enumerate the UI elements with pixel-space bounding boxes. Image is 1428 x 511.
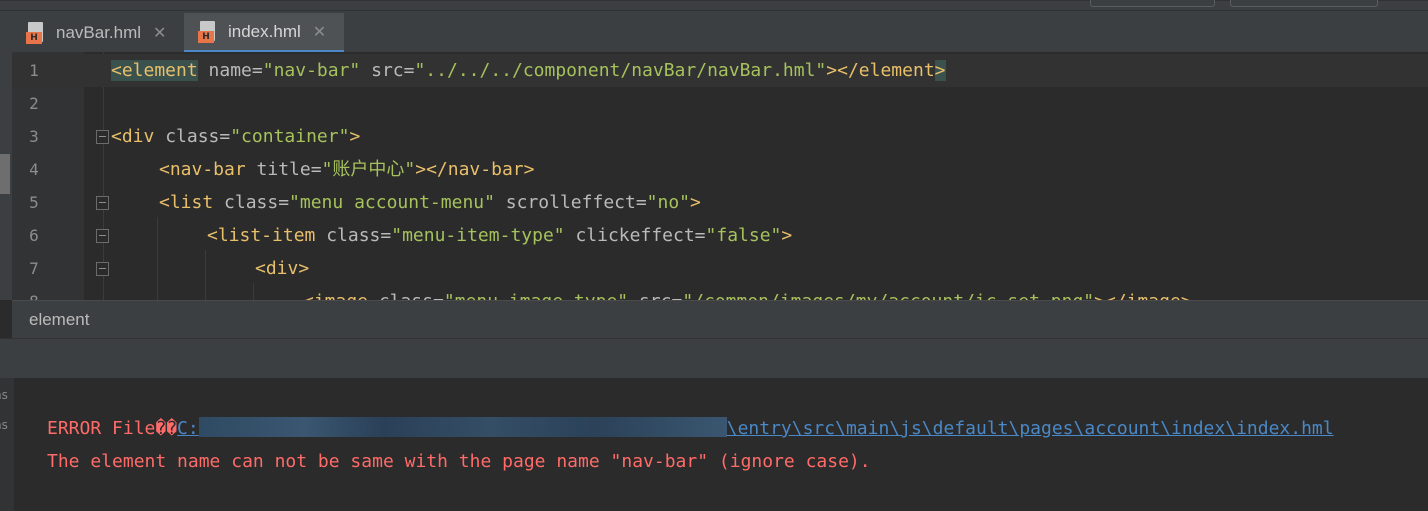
toolbar-strip [0,0,1428,11]
line-number: 3 [29,127,39,146]
toolbar-control[interactable] [1090,0,1215,7]
error-message: The element name can not be same with th… [47,451,871,472]
code-text: <element name="nav-bar" src="../../../co… [111,60,946,81]
breadcrumb[interactable]: element [12,300,1428,338]
tab-label: navBar.hml [56,23,142,42]
code-text: <list class="menu account-menu" scrollef… [159,192,701,213]
fold-icon[interactable] [96,196,109,210]
hml-file-icon: H [26,22,46,44]
toolbar-control[interactable] [1230,0,1378,7]
code-text: <image class="menu-image-type" src="/com… [303,285,1192,300]
left-tool-strip [0,52,12,300]
tab-label: index.hml [228,21,301,41]
code-line[interactable]: 6 <list-item class="menu-item-type" clic… [12,219,1428,252]
scroll-marker[interactable] [0,154,10,194]
code-line[interactable]: 8 <image class="menu-image-type" src="/c… [12,285,1428,300]
error-line: ERROR File��C: \entry\src\main\js\default… [47,412,1334,445]
side-tab-label[interactable]: ns [0,388,8,402]
close-icon[interactable]: ✕ [313,22,329,42]
tab-navbar-hml[interactable]: H navBar.hml ✕ [12,13,182,53]
build-output-console[interactable]: ns ns ERROR File��C:\entry\src\main\js\d… [0,378,1428,511]
line-number: 4 [29,160,39,179]
close-icon[interactable]: ✕ [153,23,169,43]
code-editor[interactable]: 1 <element name="nav-bar" src="../../../… [12,52,1428,300]
line-number: 8 [12,285,56,300]
hml-file-icon: H [198,20,218,43]
fold-icon[interactable] [96,229,109,243]
line-number: 1 [29,61,39,80]
code-text: <list-item class="menu-item-type" clicke… [207,225,793,246]
code-line[interactable]: 2 [12,87,1428,120]
error-prefix: ERROR File�� [47,418,178,439]
line-number: 2 [29,94,39,113]
fold-icon[interactable] [96,130,109,144]
panel-divider[interactable] [0,338,1428,378]
code-text: <nav-bar title="账户中心"></nav-bar> [159,159,535,180]
code-line[interactable]: 4 <nav-bar title="账户中心"></nav-bar> [12,153,1428,186]
editor-tab-bar: H navBar.hml ✕ H index.hml ✕ [0,0,1428,53]
code-line[interactable]: 7 <div> [12,252,1428,285]
side-tab-label[interactable]: ns [0,418,8,432]
breadcrumb-item[interactable]: element [29,310,89,329]
code-text: <div> [255,258,310,279]
fold-icon[interactable] [96,262,109,276]
code-line[interactable]: 5 <list class="menu account-menu" scroll… [12,186,1428,219]
code-line[interactable]: 1 <element name="nav-bar" src="../../../… [12,54,1428,87]
tab-index-hml[interactable]: H index.hml ✕ [184,13,344,53]
redacted-path [198,417,727,437]
line-number: 7 [29,259,39,278]
console-side-tabs: ns ns [0,378,14,511]
line-number: 5 [29,193,39,212]
file-path-link[interactable]: C: \entry\src\main\js\default\pages\accou… [177,417,1334,439]
line-number: 6 [29,226,39,245]
code-line[interactable]: 3 <div class="container"> [12,120,1428,153]
code-text: <div class="container"> [111,126,361,147]
